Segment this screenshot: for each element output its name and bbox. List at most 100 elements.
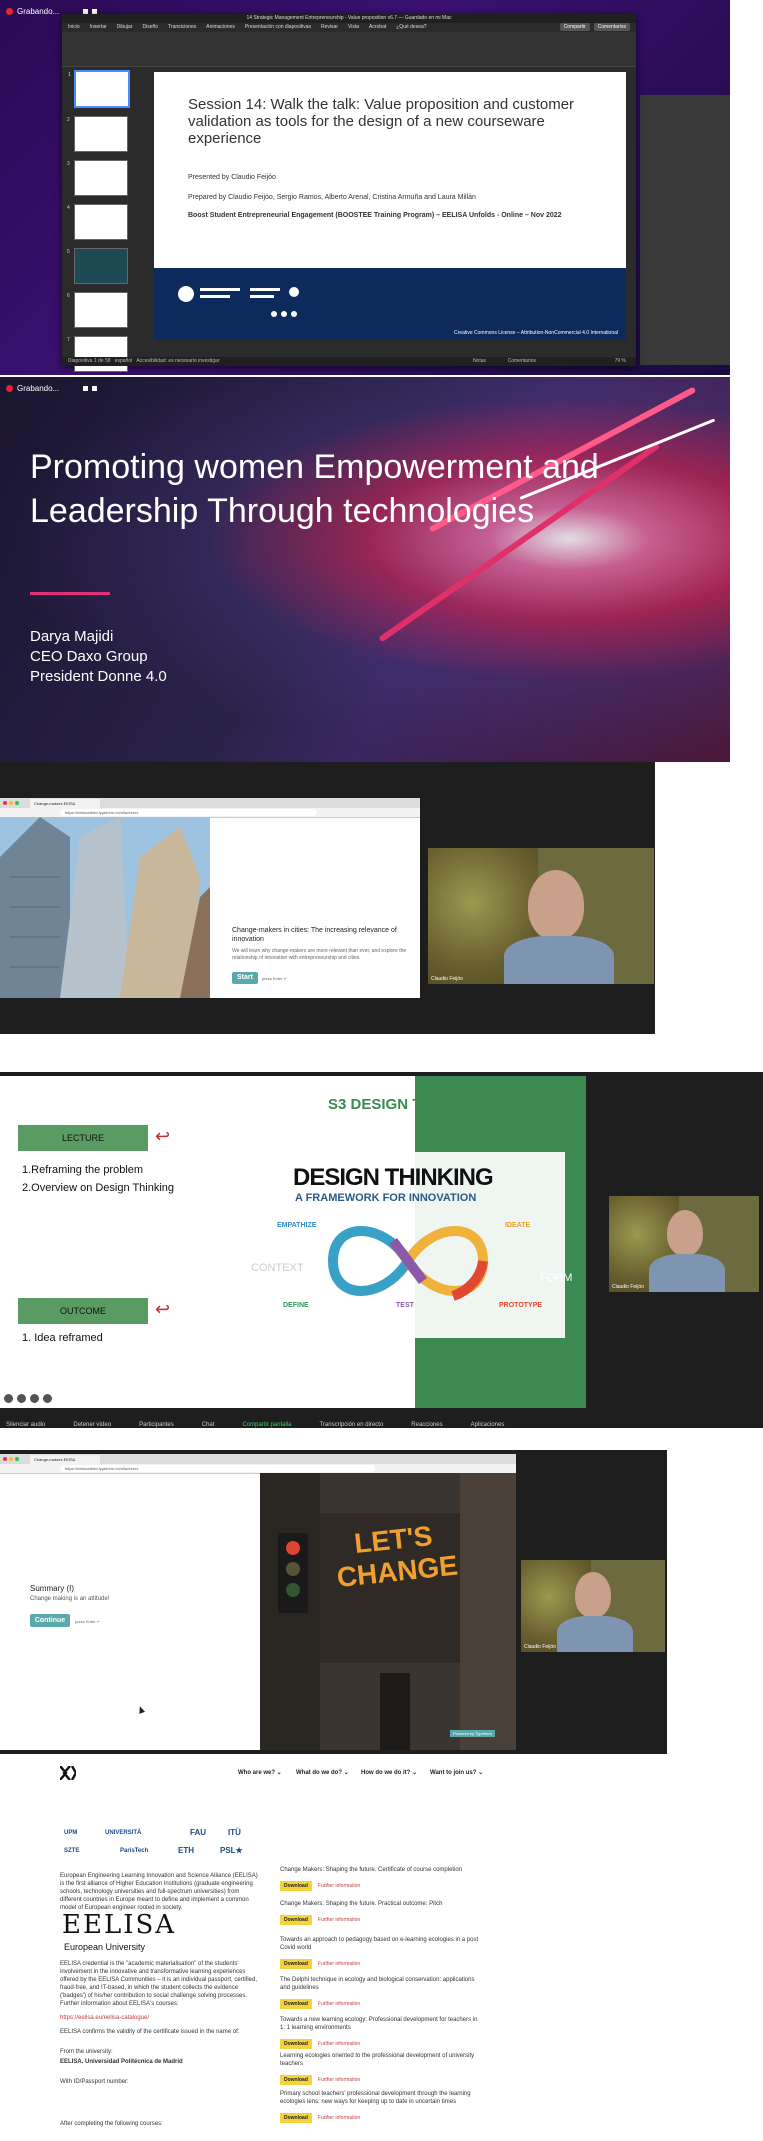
ribbon-tab[interactable]: Acrobat <box>369 23 386 32</box>
download-button[interactable]: Download <box>280 1959 312 1969</box>
participant-name: Claudio Feijóo <box>612 1284 644 1290</box>
form-label: FORM <box>540 1272 573 1284</box>
zoom-level[interactable]: 79 % <box>615 357 626 366</box>
slide-thumbnail[interactable]: 5 <box>67 248 128 284</box>
slide-thumbnail[interactable]: 6 <box>67 292 128 328</box>
slide-thumbnail[interactable]: 3 <box>67 160 128 196</box>
nav-item[interactable]: What do we do? ⌄ <box>296 1769 349 1776</box>
participant-video[interactable]: Claudio Feijóo <box>521 1560 665 1652</box>
ribbon-tab[interactable]: Animaciones <box>206 23 235 32</box>
course-item: Towards an approach to pedagogy based on… <box>280 1936 480 1970</box>
ribbon-tab[interactable]: Transiciones <box>168 23 196 32</box>
ribbon-tab[interactable]: ¿Qué desea? <box>396 23 426 32</box>
lecture-item: 1.Reframing the problem <box>22 1164 144 1176</box>
comments-status-button[interactable]: Comentarios <box>508 357 536 366</box>
toolbar-button[interactable]: Detener vídeo <box>73 1422 111 1428</box>
further-information-link[interactable]: Further information <box>318 2001 360 2007</box>
tool-icon[interactable] <box>30 1394 39 1403</box>
outcome-tag: OUTCOME <box>18 1298 148 1324</box>
further-information-link[interactable]: Further information <box>318 2077 360 2083</box>
stop-icon[interactable] <box>92 385 98 391</box>
download-button[interactable]: Download <box>280 2075 312 2085</box>
slide-background <box>0 377 730 762</box>
course-item: Towards a new learning ecology: Professi… <box>280 2016 480 2050</box>
ribbon-tab[interactable]: Vista <box>348 23 359 32</box>
notes-button[interactable]: Notas <box>473 357 486 366</box>
catalogue-link[interactable]: https://eelisa.eu/eelisa-catalogue/ <box>60 2014 149 2022</box>
slide-title: Promoting women Empowerment and Leadersh… <box>30 448 599 530</box>
top-nav: Who are we? ⌄ What do we do? ⌄ How do we… <box>0 1760 525 1784</box>
download-button[interactable]: Download <box>280 1999 312 2009</box>
speaker-role: CEO Daxo Group <box>30 648 148 665</box>
eelisa-brand: EELISA <box>62 1910 177 1940</box>
tool-icon[interactable] <box>17 1394 26 1403</box>
toolbar-button[interactable]: Aplicaciones <box>471 1422 505 1428</box>
toolbar-button[interactable]: Transcripción en directo <box>319 1422 383 1428</box>
course-title: Towards a new learning ecology: Professi… <box>280 2017 478 2031</box>
slide-counter: Diapositiva 1 de 58 <box>68 358 111 364</box>
pause-icon[interactable] <box>83 8 89 14</box>
thumb-number: 3 <box>67 161 70 167</box>
course-title: The Delphi technique in ecology and biol… <box>280 1977 475 1991</box>
slide-title: Session 14: Walk the talk: Value proposi… <box>188 96 575 147</box>
participant-video[interactable]: Claudio Feijóo <box>428 848 654 984</box>
tool-icon[interactable] <box>4 1394 13 1403</box>
toolbar-button[interactable]: Participantes <box>139 1422 174 1428</box>
university-logos-icon <box>178 286 299 317</box>
participant-video[interactable]: Claudio Feijóo <box>609 1196 759 1292</box>
slide-thumbnail[interactable]: 4 <box>67 204 128 240</box>
ribbon-tab[interactable]: Revisar <box>321 23 338 32</box>
download-button[interactable]: Download <box>280 1915 312 1925</box>
toolbar-button[interactable]: Compartir pantalla <box>242 1422 291 1428</box>
address-bar[interactable]: https://eeisaunfold.typeform.com/to/xxxx… <box>60 1465 375 1472</box>
slide-thumbnail[interactable]: 1 <box>68 70 130 108</box>
mouse-cursor-icon <box>136 1705 146 1714</box>
nav-item[interactable]: Who are we? ⌄ <box>238 1769 282 1776</box>
pause-icon[interactable] <box>83 385 89 391</box>
recording-indicator: Grabando... <box>6 381 98 395</box>
further-information-link[interactable]: Further information <box>318 1883 360 1889</box>
language[interactable]: español <box>115 358 133 364</box>
ribbon-tab[interactable]: Insertar <box>90 23 107 32</box>
powered-by[interactable]: Powered by Typeform <box>450 1730 495 1737</box>
further-information-link[interactable]: Further information <box>318 2115 360 2121</box>
infinity-loop-icon <box>327 1226 489 1301</box>
thumb-number: 2 <box>67 117 70 123</box>
ribbon-tab[interactable]: Diseño <box>142 23 158 32</box>
license-text: Creative Commons License – Attribution-N… <box>454 330 618 336</box>
slide-canvas[interactable]: Session 14: Walk the talk: Value proposi… <box>154 72 626 340</box>
accessibility-status[interactable]: Accesibilidad: es necesario investigar <box>136 358 219 364</box>
download-button[interactable]: Download <box>280 1881 312 1891</box>
toolbar-button[interactable]: Chat <box>202 1422 215 1428</box>
continue-button[interactable]: Continue <box>30 1614 70 1627</box>
credential-text: EELISA credential is the "academic mater… <box>60 1961 257 2007</box>
toolbar-button[interactable]: Reacciones <box>411 1422 442 1428</box>
slide-thumbnail[interactable]: 7 <box>67 336 128 372</box>
presented-by: Presented by Claudio Feijóo <box>188 174 276 181</box>
download-button[interactable]: Download <box>280 2113 312 2123</box>
tool-icon[interactable] <box>43 1394 52 1403</box>
ribbon-tab[interactable]: Dibujar <box>117 23 133 32</box>
thumb-number: 6 <box>67 293 70 299</box>
download-button[interactable]: Download <box>280 2039 312 2049</box>
browser-tab[interactable]: Change-makers EEISA <box>30 799 100 808</box>
further-information-link[interactable]: Further information <box>318 1961 360 1967</box>
further-information-link[interactable]: Further information <box>318 1917 360 1923</box>
eelisa-logo-icon <box>60 1766 76 1780</box>
course-item: Learning ecologies oriented to the profe… <box>280 2052 480 2086</box>
stop-icon[interactable] <box>92 8 98 14</box>
further-information-link[interactable]: Further information <box>318 2041 360 2047</box>
ribbon-tab[interactable]: Presentación con diapositivas <box>245 23 311 32</box>
comments-button[interactable]: Comentarios <box>593 23 630 31</box>
browser-tab[interactable]: Change-makers EEISA <box>30 1455 100 1464</box>
outcome-item: 1. Idea reframed <box>22 1332 103 1344</box>
stage-test: TEST <box>396 1302 414 1309</box>
slide-thumbnail[interactable]: 2 <box>67 116 128 152</box>
start-button[interactable]: Start <box>232 972 258 984</box>
nav-item[interactable]: Want to join us? ⌄ <box>430 1769 483 1776</box>
share-button[interactable]: Compartir <box>559 23 590 31</box>
address-bar[interactable]: https://eeisaunfold.typeform.com/to/xxxx… <box>60 809 317 816</box>
ribbon-tab[interactable]: Inicio <box>68 23 80 32</box>
nav-item[interactable]: How do we do it? ⌄ <box>361 1769 417 1776</box>
toolbar-button[interactable]: Silenciar audio <box>6 1422 45 1428</box>
